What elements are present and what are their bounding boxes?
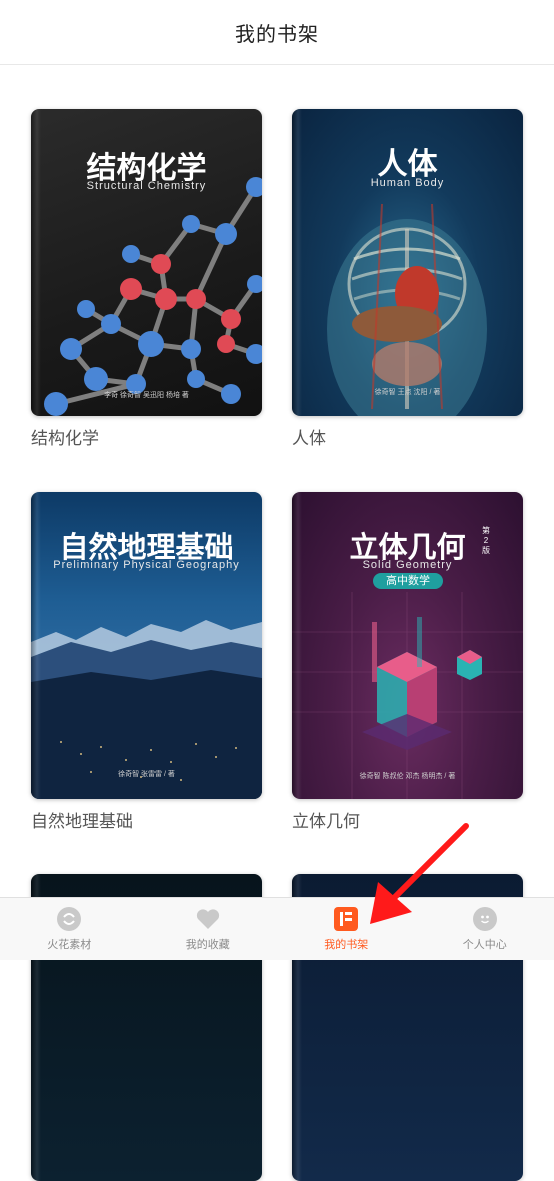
book-cover[interactable]: 立体几何 第2版 Solid Geometry 高中数学 徐奇智 陈叔伦 邓杰 … xyxy=(292,492,523,799)
spark-icon xyxy=(57,907,81,931)
cover-subtitle: Solid Geometry xyxy=(292,559,523,571)
cover-authors: 徐奇智 张雷雷 / 著 xyxy=(31,769,262,779)
book-title-label[interactable]: 立体几何 xyxy=(292,807,360,832)
tab-label: 我的书架 xyxy=(324,936,368,952)
bookshelf-icon xyxy=(334,907,358,931)
heart-icon xyxy=(196,907,220,931)
book-title-label[interactable]: 人体 xyxy=(292,424,326,449)
tab-bookshelf[interactable]: 我的书架 xyxy=(277,898,416,960)
top-bar: 我的书架 xyxy=(0,0,554,65)
cover-authors: 徐奇智 陈叔伦 邓杰 杨明杰 / 著 xyxy=(292,771,523,781)
cover-edition: 第2版 xyxy=(480,526,492,556)
smiley-icon xyxy=(473,907,497,931)
subject-badge: 高中数学 xyxy=(373,573,443,589)
cover-subtitle: Structural Chemistry xyxy=(31,180,262,192)
cover-authors: 李奇 徐奇智 吴迅阳 杨培 著 xyxy=(31,390,262,400)
book-title-label[interactable]: 自然地理基础 xyxy=(31,807,133,832)
tab-label: 火花素材 xyxy=(47,936,91,952)
tab-spark-material[interactable]: 火花素材 xyxy=(0,898,139,960)
book-cover[interactable]: 自然地理基础 Preliminary Physical Geography 徐奇… xyxy=(31,492,262,799)
cover-subtitle: Preliminary Physical Geography xyxy=(31,559,262,571)
book-title-label[interactable]: 结构化学 xyxy=(31,424,99,449)
tab-profile[interactable]: 个人中心 xyxy=(416,898,554,960)
page-title: 我的书架 xyxy=(235,18,319,47)
bottom-tab-bar: 火花素材 我的收藏 我的书架 个人中心 xyxy=(0,897,554,960)
book-cover[interactable]: 结构化学 Structural Chemistry 李奇 徐奇智 吴迅阳 杨培 … xyxy=(31,109,262,416)
tab-label: 个人中心 xyxy=(463,936,507,952)
book-cover[interactable]: 人体 Human Body 徐奇智 王点 沈阳 / 著 xyxy=(292,109,523,416)
tab-favorites[interactable]: 我的收藏 xyxy=(139,898,278,960)
tab-label: 我的收藏 xyxy=(186,936,230,952)
cover-subtitle: Human Body xyxy=(292,177,523,189)
cover-authors: 徐奇智 王点 沈阳 / 著 xyxy=(292,387,523,397)
